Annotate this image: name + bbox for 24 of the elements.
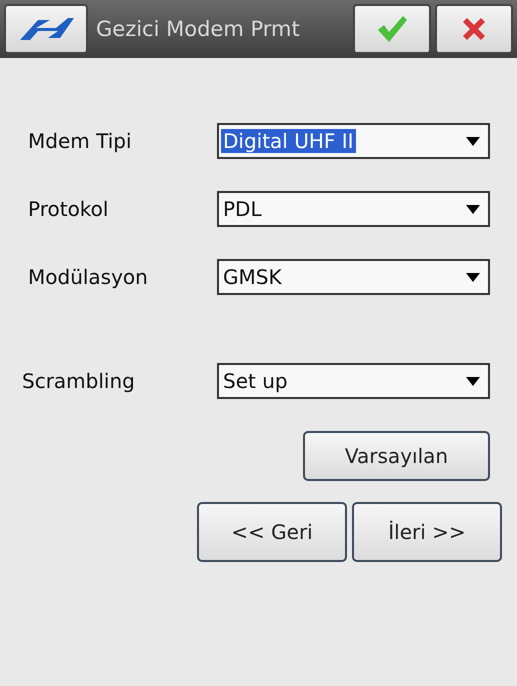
ok-button[interactable] [353, 4, 431, 54]
field-label: Scrambling [21, 369, 136, 393]
field-label: Protokol [27, 197, 110, 221]
dropdown[interactable]: GMSK [217, 259, 490, 295]
dropdown[interactable]: PDL [217, 191, 490, 227]
dropdown[interactable]: Set up [217, 363, 490, 399]
dropdown-value: Set up [222, 369, 289, 393]
dropdown-arrow-icon [466, 204, 480, 214]
dropdown-value: PDL [222, 197, 263, 221]
back-button[interactable]: << Geri [197, 502, 347, 562]
dropdown[interactable]: Digital UHF II [217, 123, 490, 159]
dropdown-arrow-icon [466, 272, 480, 282]
window-title: Gezici Modem Prmt [95, 17, 301, 41]
next-button[interactable]: İleri >> [352, 502, 502, 562]
field-label: Mdem Tipi [27, 129, 133, 153]
menu-button[interactable] [4, 4, 88, 54]
dropdown-value: Digital UHF II [221, 129, 356, 153]
checkmark-icon [375, 14, 409, 44]
dropdown-arrow-icon [466, 136, 480, 146]
close-button[interactable] [435, 4, 513, 54]
default-button[interactable]: Varsayılan [303, 431, 490, 481]
field-label: Modülasyon [27, 265, 149, 289]
dropdown-value: GMSK [222, 265, 283, 289]
dropdown-arrow-icon [466, 376, 480, 386]
